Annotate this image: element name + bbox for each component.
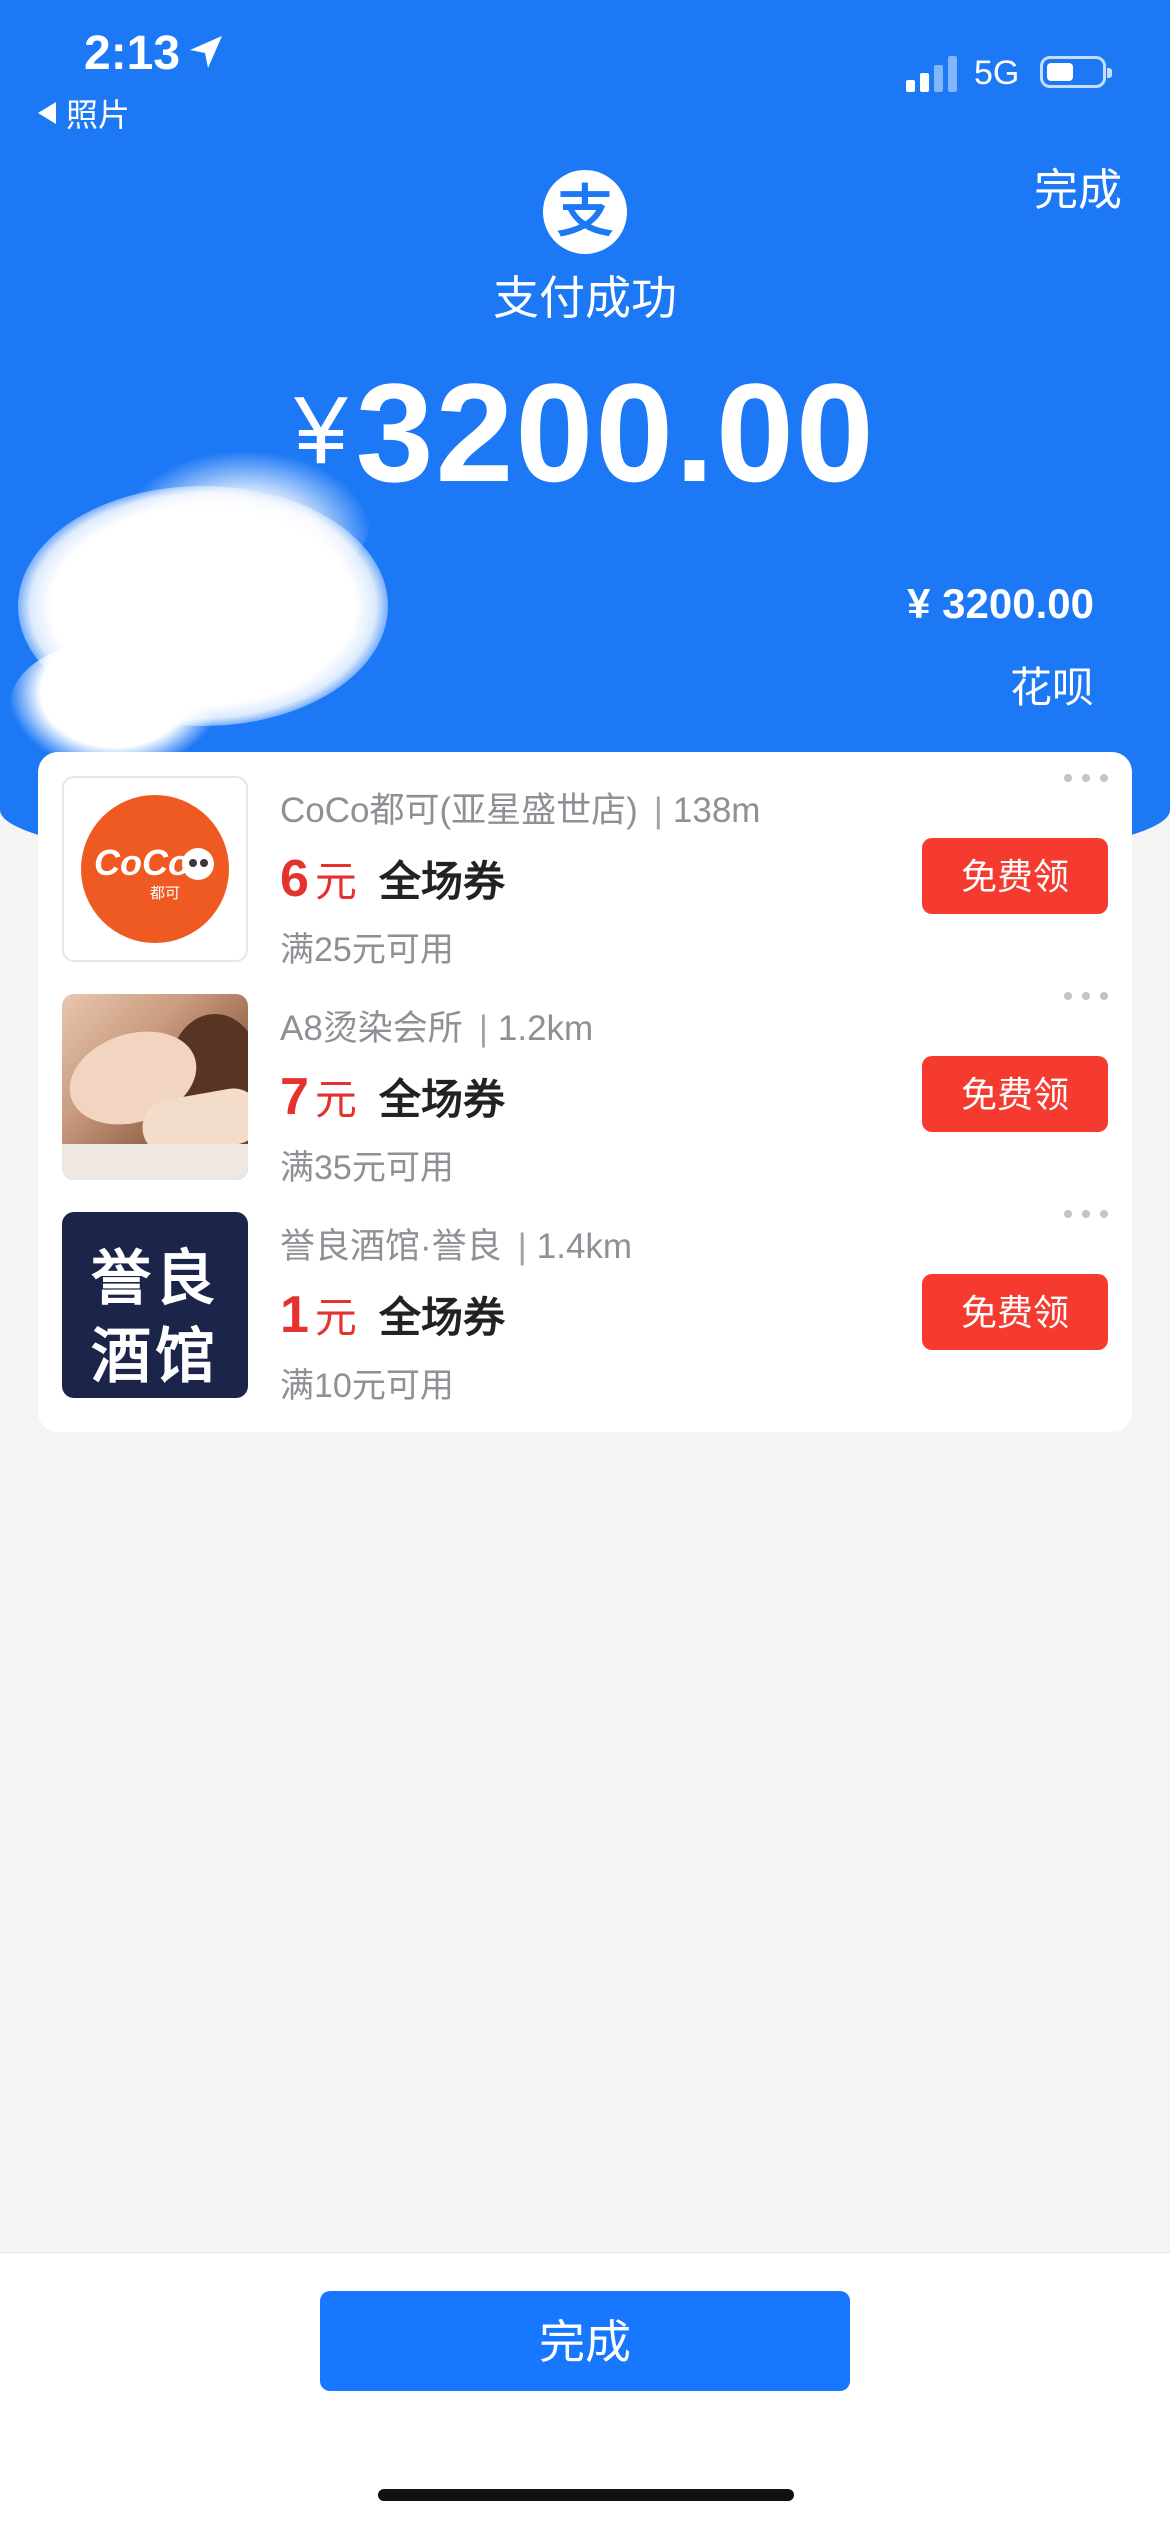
coupon-condition: 满25元可用 xyxy=(280,931,454,969)
payment-method: 花呗 xyxy=(1009,664,1094,711)
claim-coupon-button[interactable]: 免费领 xyxy=(922,1274,1108,1350)
amount-value: 3200.00 xyxy=(355,354,876,511)
alipay-logo-icon: 支 xyxy=(543,170,627,254)
merchant-distance: 1.4km xyxy=(536,1227,633,1266)
yuliang-tavern-logo: 誉良 酒馆 xyxy=(62,1212,248,1398)
done-top-button[interactable]: 完成 xyxy=(1034,154,1122,218)
coco-logo: CoCo 都可 xyxy=(62,776,248,962)
network-type: 5G xyxy=(974,54,1020,92)
home-indicator[interactable] xyxy=(378,2489,794,2501)
coupon-value: 7 元全场券 xyxy=(280,1068,505,1126)
location-arrow-icon xyxy=(190,36,222,68)
coupon-value: 6 元全场券 xyxy=(280,850,505,908)
coupon-item[interactable]: A8烫染会所 | 1.2km 7 元全场券 满35元可用 免费领 xyxy=(38,970,1132,1188)
back-to-photos-link[interactable]: 照片 xyxy=(38,90,130,136)
merchant-name: 誉良酒馆·誉良 | 1.4km xyxy=(280,1227,633,1266)
coupon-condition: 满35元可用 xyxy=(280,1149,454,1187)
redaction-blur xyxy=(10,640,220,770)
payment-detail-amount: ¥ 3200.00 xyxy=(907,580,1094,627)
coupon-item[interactable]: CoCo 都可 CoCo都可(亚星盛世店) | 138m 6 元全场券 满25元可用 … xyxy=(38,752,1132,970)
claim-coupon-button[interactable]: 免费领 xyxy=(922,838,1108,914)
back-arrow-icon xyxy=(38,102,56,124)
more-options-icon[interactable] xyxy=(1064,992,1108,1002)
bottom-bar: 完成 xyxy=(0,2252,1170,2533)
back-link-label: 照片 xyxy=(66,97,131,133)
merchant-name: CoCo都可(亚星盛世店) | 138m xyxy=(280,791,761,830)
done-button[interactable]: 完成 xyxy=(320,2291,850,2391)
coupon-item[interactable]: 誉良 酒馆 誉良酒馆·誉良 | 1.4km 1 元全场券 满10元可用 免费领 xyxy=(38,1188,1132,1406)
more-options-icon[interactable] xyxy=(1064,1210,1108,1220)
claim-coupon-button[interactable]: 免费领 xyxy=(922,1056,1108,1132)
signal-icon xyxy=(906,56,957,92)
coupon-card: CoCo 都可 CoCo都可(亚星盛世店) | 138m 6 元全场券 满25元可用 … xyxy=(38,752,1132,1432)
more-options-icon[interactable] xyxy=(1064,774,1108,784)
merchant-distance: 138m xyxy=(672,791,761,830)
coupon-condition: 满10元可用 xyxy=(280,1367,454,1405)
coupon-value: 1 元全场券 xyxy=(280,1286,505,1344)
merchant-distance: 1.2km xyxy=(497,1009,594,1048)
merchant-name: A8烫染会所 | 1.2km xyxy=(280,1009,594,1048)
status-time: 2:13 xyxy=(84,27,181,80)
payment-success-title: 支付成功 xyxy=(493,272,677,324)
salon-photo xyxy=(62,994,248,1180)
battery-icon xyxy=(1040,56,1112,88)
